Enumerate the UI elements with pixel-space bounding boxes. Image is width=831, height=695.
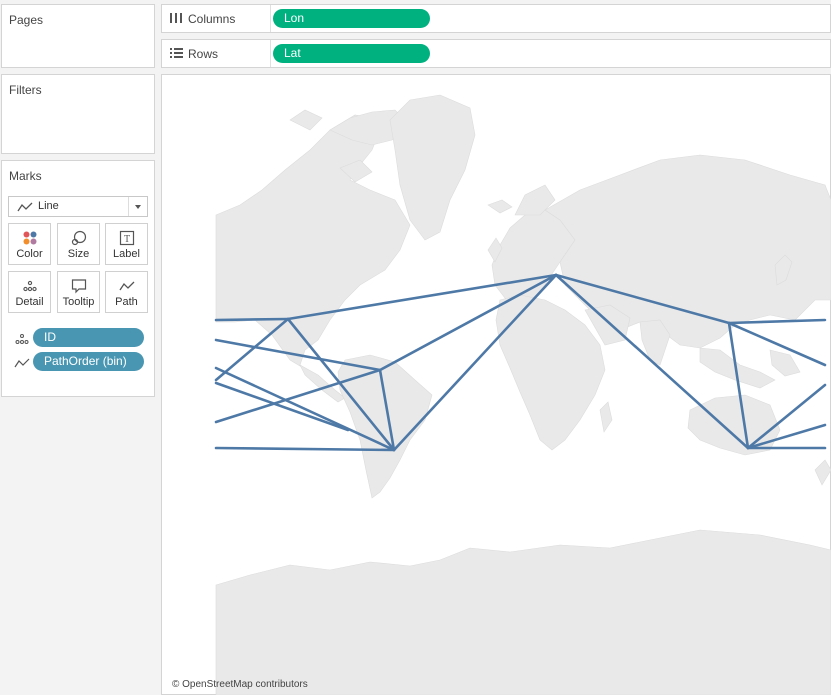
id-field-label: ID — [44, 330, 56, 344]
columns-shelf-label: Columns — [188, 12, 236, 26]
detail-button[interactable]: Detail — [8, 271, 51, 313]
size-button[interactable]: Size — [57, 223, 100, 265]
rows-shelf-label: Rows — [188, 47, 219, 61]
label-button-label: Label — [113, 248, 140, 260]
rows-icon — [170, 48, 183, 58]
label-icon: T — [119, 230, 135, 246]
columns-shelf[interactable]: Columns Lon — [161, 4, 831, 33]
detail-icon — [23, 280, 37, 292]
tooltip-button[interactable]: Tooltip — [57, 271, 100, 313]
lon-pill-label: Lon — [284, 11, 305, 25]
label-button[interactable]: T Label — [105, 223, 148, 265]
tooltip-button-label: Tooltip — [62, 296, 95, 308]
size-icon — [71, 230, 87, 246]
marks-title: Marks — [9, 169, 42, 183]
path-icon — [14, 358, 30, 368]
detail-button-label: Detail — [15, 296, 44, 308]
path-button-label: Path — [115, 296, 138, 308]
lon-pill[interactable]: Lon — [273, 9, 430, 28]
lat-pill[interactable]: Lat — [273, 44, 430, 63]
shelf-divider — [270, 40, 271, 67]
id-field-pill[interactable]: ID — [33, 328, 144, 347]
shelf-divider — [270, 5, 271, 32]
rows-shelf[interactable]: Rows Lat — [161, 39, 831, 68]
size-button-label: Size — [67, 248, 90, 260]
path-button[interactable]: Path — [105, 271, 148, 313]
svg-text:T: T — [124, 234, 130, 245]
path-icon — [119, 281, 135, 291]
pathorder-field-pill[interactable]: PathOrder (bin) — [33, 352, 144, 371]
color-button-label: Color — [16, 248, 43, 260]
mark-type-dropdown[interactable]: Line — [8, 196, 148, 217]
columns-icon — [170, 13, 182, 23]
path-line[interactable] — [214, 317, 290, 322]
line-mark-icon — [17, 202, 33, 212]
pages-card[interactable]: Pages — [1, 4, 155, 68]
color-dots-icon — [23, 231, 37, 245]
lat-pill-label: Lat — [284, 46, 301, 60]
detail-icon — [15, 334, 29, 344]
chevron-down-icon[interactable] — [128, 197, 147, 216]
map-attribution: © OpenStreetMap contributors — [172, 679, 308, 690]
filters-card[interactable]: Filters — [1, 74, 155, 154]
pathorder-field-label: PathOrder (bin) — [44, 354, 127, 368]
filters-title: Filters — [9, 83, 42, 97]
tooltip-icon — [71, 279, 87, 294]
pages-title: Pages — [9, 13, 44, 27]
color-button[interactable]: Color — [8, 223, 51, 265]
path-line[interactable] — [214, 317, 290, 382]
mark-type-label: Line — [38, 200, 59, 212]
world-map[interactable] — [167, 80, 831, 695]
